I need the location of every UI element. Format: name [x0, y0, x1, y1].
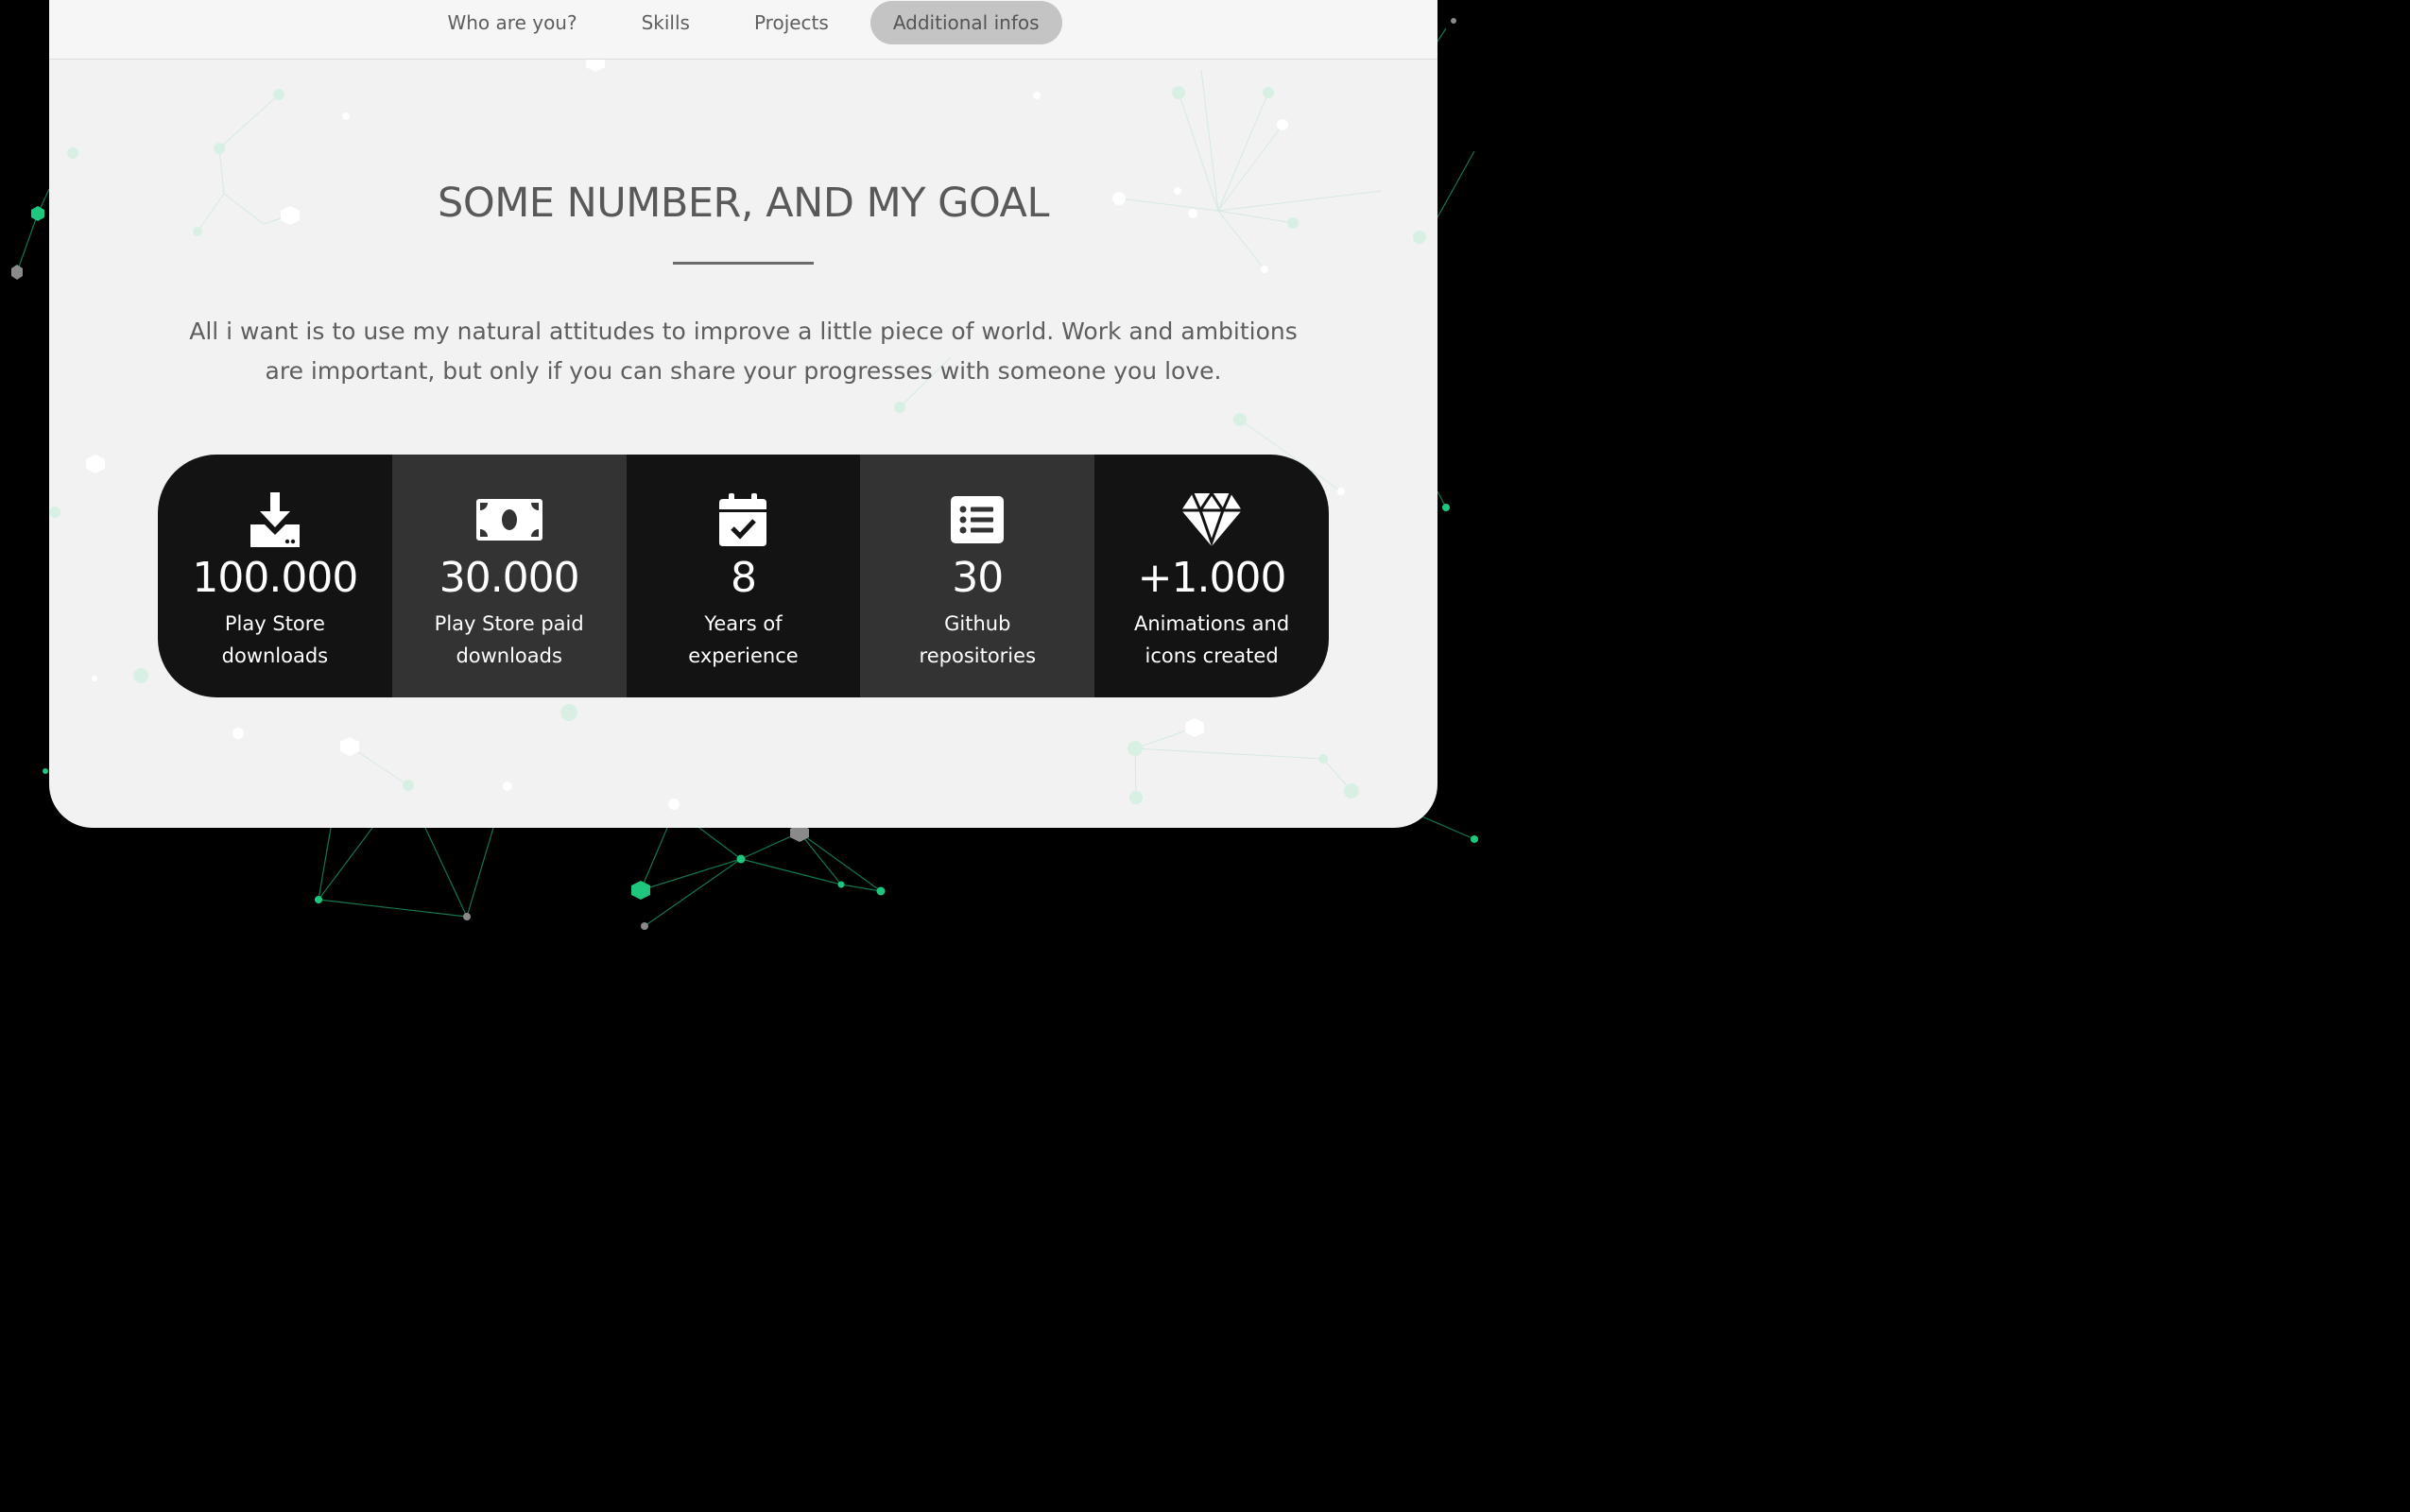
title-divider — [673, 262, 814, 265]
stat-play-store-paid-downloads: 30.000 Play Store paid downloads — [391, 455, 627, 697]
nav-item-who-are-you[interactable]: Who are you? — [424, 1, 599, 44]
section-title: SOME NUMBER, AND MY GOAL — [438, 180, 1049, 227]
nav-item-additional-infos[interactable]: Additional infos — [869, 1, 1062, 44]
stat-value: +1.000 — [1137, 554, 1287, 602]
download-icon — [242, 492, 308, 547]
stat-play-store-downloads: 100.000 Play Store downloads — [158, 455, 392, 697]
stat-github-repositories: 30 Github repositories — [860, 455, 1095, 697]
list-icon — [944, 492, 1010, 547]
top-navigation: Who are you? Skills Projects Additional … — [49, 0, 1437, 60]
nav-item-projects[interactable]: Projects — [732, 1, 852, 44]
stat-label: Github repositories — [919, 612, 1037, 667]
stat-animations-icons: +1.000 Animations and icons created — [1094, 455, 1329, 697]
stat-years-experience: 8 Years of experience — [626, 455, 861, 697]
stat-value: 100.000 — [192, 554, 358, 602]
nav-item-skills[interactable]: Skills — [619, 1, 713, 44]
money-bill-icon — [475, 492, 542, 547]
stats-bar: 100.000 Play Store downloads 30.000 Play — [158, 455, 1329, 697]
calendar-check-icon — [710, 492, 776, 547]
stat-label: Animations and icons created — [1133, 612, 1290, 667]
stat-value: 30.000 — [439, 554, 580, 602]
stat-label: Play Store paid downloads — [434, 612, 584, 667]
stat-label: Years of experience — [688, 612, 799, 667]
card-network-decoration — [49, 53, 1426, 810]
section-description: All i want is to use my natural attitude… — [189, 318, 1298, 385]
stat-value: 8 — [730, 554, 757, 602]
content-card: Who are you? Skills Projects Additional … — [49, 0, 1437, 828]
stat-value: 30 — [952, 554, 1004, 602]
stat-label: Play Store downloads — [221, 612, 329, 667]
diamond-icon — [1179, 492, 1245, 547]
